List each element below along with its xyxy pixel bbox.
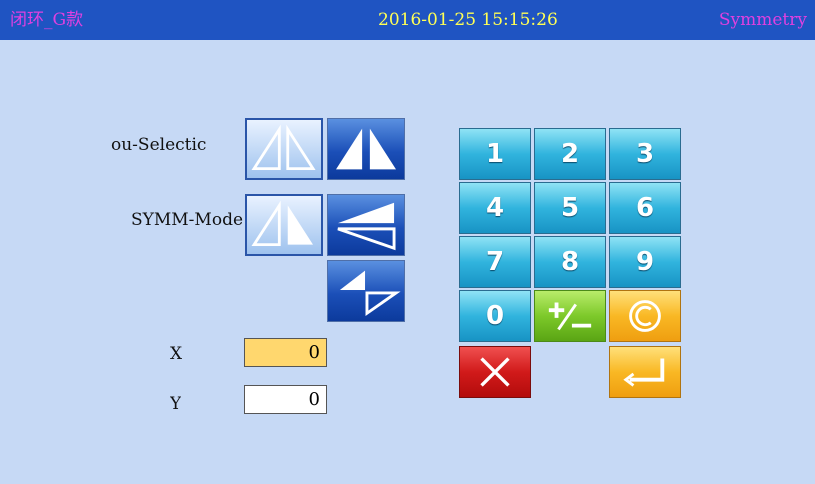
mirror-outline-icon [251,124,316,171]
cancel-button[interactable] [459,346,531,398]
mirror-solid-icon [336,128,396,170]
key-3[interactable]: 3 [609,128,681,180]
key-0[interactable]: 0 [459,290,531,342]
screen-title: Symmetry [718,10,807,30]
key-1[interactable]: 1 [459,128,531,180]
key-8[interactable]: 8 [534,236,606,288]
app-name: 闭环_G款 [10,10,84,30]
plus-minus-icon [548,302,592,331]
symm-horizontal-button[interactable] [245,194,323,256]
key-6[interactable]: 6 [609,182,681,234]
datetime-display: 2016-01-25 15:15:26 [378,10,558,30]
plus-minus-button[interactable] [534,290,606,342]
enter-icon [623,358,665,387]
object-selection-outline-button[interactable] [245,118,323,180]
y-label: Y [170,394,182,414]
y-input[interactable]: 0 [244,385,327,414]
title-bar: 闭环_G款 2016-01-25 15:15:26 Symmetry [0,0,815,40]
symm-mode-label: SYMM-Mode [131,210,244,230]
close-icon [480,357,510,387]
object-selection-label: ou-Selectic [111,135,207,155]
clear-icon [629,300,661,332]
x-label: X [170,344,183,364]
x-input[interactable]: 0 [244,338,327,367]
key-9[interactable]: 9 [609,236,681,288]
diagonal-mirror-icon [339,270,401,317]
object-selection-solid-button[interactable] [327,118,405,180]
key-2[interactable]: 2 [534,128,606,180]
symm-diagonal-button[interactable] [327,260,405,322]
horizontal-mirror-icon [251,200,313,247]
vertical-mirror-icon [337,202,396,251]
key-7[interactable]: 7 [459,236,531,288]
enter-button[interactable] [609,346,681,398]
clear-button[interactable] [609,290,681,342]
key-5[interactable]: 5 [534,182,606,234]
key-4[interactable]: 4 [459,182,531,234]
symm-vertical-button[interactable] [327,194,405,256]
